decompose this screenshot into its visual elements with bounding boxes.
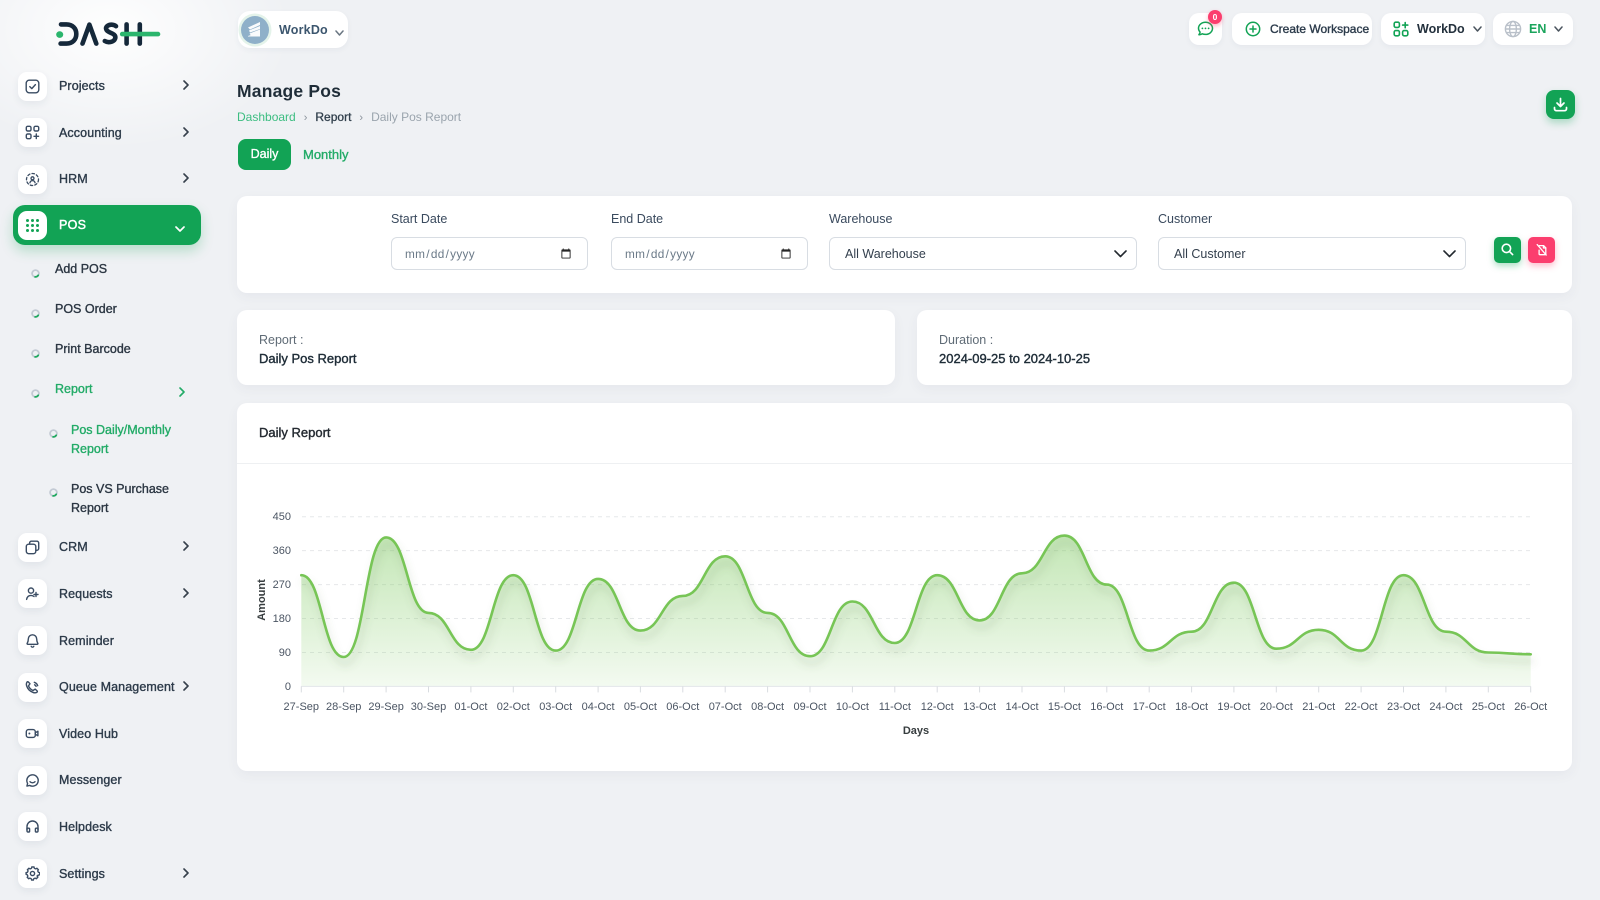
svg-text:07-Oct: 07-Oct — [709, 701, 742, 713]
svg-text:20-Oct: 20-Oct — [1260, 701, 1293, 713]
svg-text:Amount: Amount — [256, 579, 268, 621]
svg-text:08-Oct: 08-Oct — [751, 701, 784, 713]
svg-text:17-Oct: 17-Oct — [1133, 701, 1166, 713]
svg-text:26-Oct: 26-Oct — [1514, 701, 1547, 713]
svg-text:03-Oct: 03-Oct — [539, 701, 572, 713]
svg-text:01-Oct: 01-Oct — [454, 701, 487, 713]
svg-text:10-Oct: 10-Oct — [836, 701, 869, 713]
svg-text:Days: Days — [903, 725, 929, 737]
svg-text:25-Oct: 25-Oct — [1472, 701, 1505, 713]
svg-text:02-Oct: 02-Oct — [497, 701, 530, 713]
svg-text:24-Oct: 24-Oct — [1429, 701, 1462, 713]
svg-text:21-Oct: 21-Oct — [1302, 701, 1335, 713]
svg-text:14-Oct: 14-Oct — [1005, 701, 1038, 713]
svg-text:180: 180 — [273, 613, 291, 625]
svg-text:05-Oct: 05-Oct — [624, 701, 657, 713]
svg-text:23-Oct: 23-Oct — [1387, 701, 1420, 713]
svg-text:18-Oct: 18-Oct — [1175, 701, 1208, 713]
svg-text:15-Oct: 15-Oct — [1048, 701, 1081, 713]
svg-text:09-Oct: 09-Oct — [793, 701, 826, 713]
svg-text:13-Oct: 13-Oct — [963, 701, 996, 713]
svg-text:22-Oct: 22-Oct — [1345, 701, 1378, 713]
svg-text:29-Sep: 29-Sep — [368, 701, 403, 713]
svg-text:450: 450 — [273, 511, 291, 523]
svg-text:16-Oct: 16-Oct — [1090, 701, 1123, 713]
svg-text:11-Oct: 11-Oct — [879, 701, 911, 713]
svg-text:28-Sep: 28-Sep — [326, 701, 361, 713]
svg-text:04-Oct: 04-Oct — [582, 701, 615, 713]
svg-text:06-Oct: 06-Oct — [666, 701, 699, 713]
svg-text:270: 270 — [273, 579, 291, 591]
svg-text:27-Sep: 27-Sep — [284, 701, 319, 713]
svg-text:360: 360 — [273, 545, 291, 557]
svg-text:19-Oct: 19-Oct — [1217, 701, 1250, 713]
svg-text:12-Oct: 12-Oct — [921, 701, 954, 713]
svg-text:90: 90 — [279, 647, 291, 659]
svg-text:30-Sep: 30-Sep — [411, 701, 446, 713]
svg-text:0: 0 — [285, 681, 291, 693]
